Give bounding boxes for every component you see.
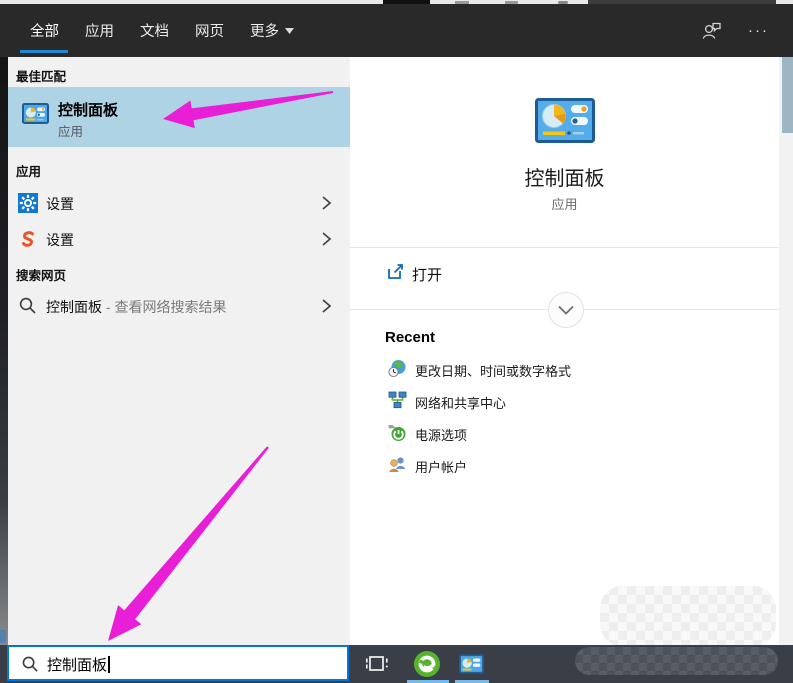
taskbar-search-input[interactable]: 控制面板: [7, 645, 349, 681]
text-caret: [108, 656, 110, 673]
chevron-right-icon[interactable]: [316, 296, 336, 316]
results-panel: 最佳匹配 控制面板 应用 应用 设置 设置 搜索网页 控制面板 - 查看网络搜索…: [8, 57, 350, 645]
recent-item-region[interactable]: 更改日期、时间或数字格式: [350, 353, 779, 385]
selected-tab-underline: [20, 50, 68, 53]
divider: [350, 247, 779, 248]
result-label: 设置: [46, 232, 74, 248]
recent-item-label: 用户帐户: [415, 460, 468, 475]
result-web-search[interactable]: 控制面板 - 查看网络搜索结果: [8, 288, 350, 324]
recent-item-user-accounts[interactable]: 用户帐户: [350, 449, 779, 481]
recent-item-label: 网络和共享中心: [415, 396, 507, 411]
tab-all-label: 全部: [30, 24, 59, 40]
recent-item-label: 更改日期、时间或数字格式: [415, 364, 572, 379]
green-browser-icon: [414, 651, 440, 677]
section-header-best-match: 最佳匹配: [16, 70, 67, 84]
region-clock-icon: [388, 360, 406, 378]
search-header: 全部 应用 文档 网页 更多 ···: [0, 4, 793, 57]
best-match-title: 控制面板: [58, 102, 119, 119]
control-panel-icon-large: [535, 98, 595, 143]
user-accounts-icon: [389, 457, 405, 472]
tab-all[interactable]: 全部: [30, 20, 59, 41]
power-icon: [388, 425, 406, 441]
blurred-taskbar-area: [575, 647, 778, 675]
search-flyout-body: 最佳匹配 控制面板 应用 应用 设置 设置 搜索网页 控制面板 - 查看网络搜索…: [0, 57, 793, 645]
tab-documents[interactable]: 文档: [140, 20, 169, 41]
header-actions: ···: [700, 4, 769, 57]
search-filter-tabs: 全部 应用 文档 网页 更多: [30, 4, 294, 57]
blurred-watermark: [600, 586, 776, 646]
preview-panel: 控制面板 应用 打开 Recent 更改日期、时间或数字格式 网络和共享中心 电…: [350, 57, 779, 645]
recent-item-network[interactable]: 网络和共享中心: [350, 385, 779, 417]
desktop-edge-stripe: [0, 57, 8, 645]
browser-taskbar-button[interactable]: [408, 647, 446, 681]
control-panel-icon: [458, 654, 484, 674]
dropdown-triangle-icon: [285, 27, 294, 34]
result-settings-1[interactable]: 设置: [8, 185, 350, 221]
task-view-icon: [365, 656, 388, 671]
chevron-right-icon[interactable]: [316, 229, 336, 249]
scrollbar[interactable]: [779, 57, 793, 645]
recent-item-label: 电源选项: [415, 428, 468, 443]
scrollbar-thumb[interactable]: [782, 57, 793, 133]
tab-more-label: 更多: [250, 24, 279, 40]
expand-button[interactable]: [548, 292, 584, 328]
open-action-label: 打开: [412, 267, 443, 284]
tab-apps-label: 应用: [85, 24, 114, 40]
tab-apps[interactable]: 应用: [85, 20, 114, 41]
preview-app-subtitle: 应用: [551, 197, 578, 212]
settings-gear-icon: [18, 193, 38, 213]
web-search-label: 控制面板 - 查看网络搜索结果: [46, 297, 226, 317]
recent-item-power[interactable]: 电源选项: [350, 417, 779, 449]
section-header-apps: 应用: [16, 165, 42, 179]
best-match-subtitle: 应用: [58, 125, 84, 139]
best-match-result-control-panel[interactable]: 控制面板 应用: [8, 87, 350, 147]
tab-web-label: 网页: [195, 24, 224, 40]
tab-more[interactable]: 更多: [250, 20, 294, 41]
desktop-icon-fragment: [0, 630, 6, 643]
web-search-query: 控制面板: [46, 299, 102, 315]
task-view-button[interactable]: [358, 647, 396, 681]
chevron-down-icon: [558, 305, 574, 315]
result-settings-2[interactable]: 设置: [8, 221, 350, 257]
chevron-right-icon[interactable]: [316, 193, 336, 213]
tab-web[interactable]: 网页: [195, 20, 224, 41]
user-feedback-icon[interactable]: [700, 19, 724, 43]
open-external-icon: [388, 264, 403, 279]
network-icon: [388, 391, 407, 409]
ellipsis-icon[interactable]: ···: [748, 23, 769, 38]
tab-documents-label: 文档: [140, 24, 169, 40]
open-action[interactable]: 打开: [350, 253, 779, 293]
preview-app-title: 控制面板: [524, 168, 605, 190]
search-icon: [22, 656, 38, 672]
sogou-settings-icon: [18, 229, 38, 249]
search-input-value: 控制面板: [47, 654, 110, 675]
web-search-suffix: - 查看网络搜索结果: [105, 299, 227, 315]
recent-header: Recent: [385, 329, 436, 346]
section-header-search-web: 搜索网页: [16, 269, 67, 283]
search-icon: [19, 297, 36, 314]
control-panel-taskbar-button[interactable]: [452, 647, 490, 681]
control-panel-icon: [22, 103, 49, 124]
result-label: 设置: [46, 196, 74, 212]
